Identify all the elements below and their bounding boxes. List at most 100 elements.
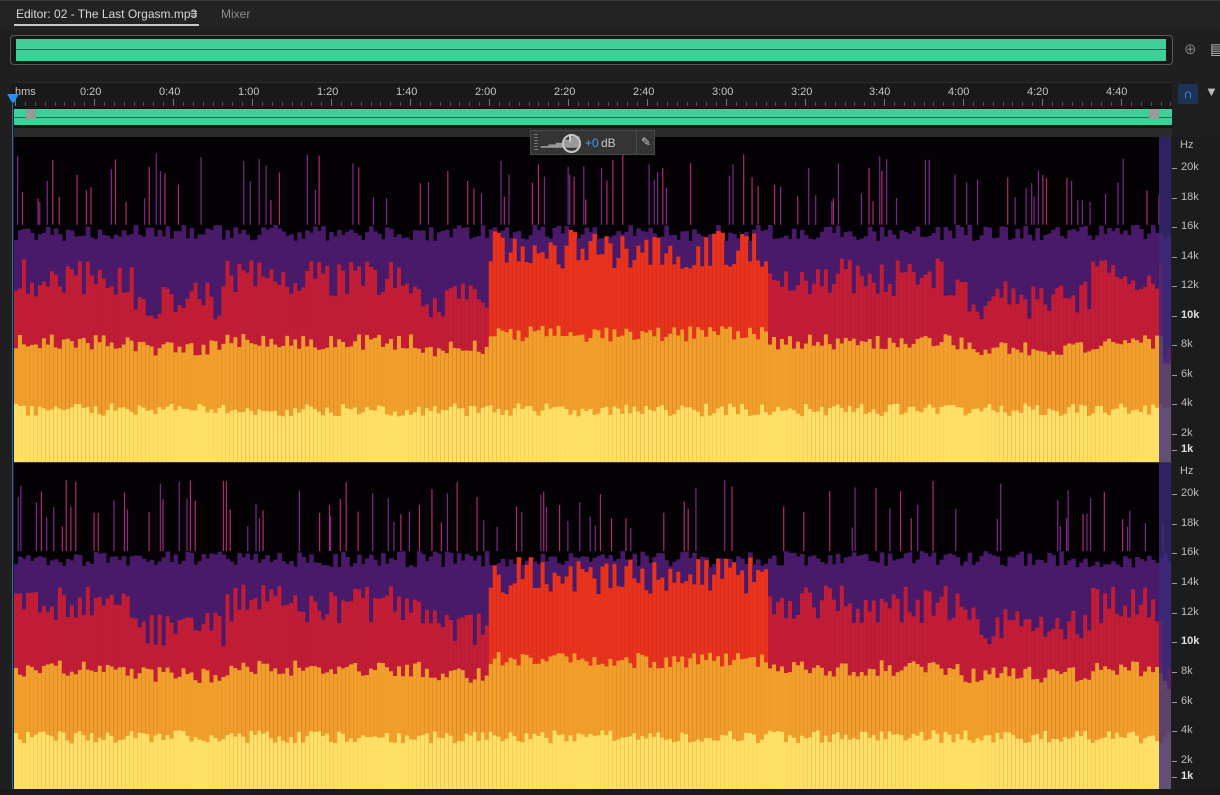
ruler-major-tick xyxy=(884,99,885,106)
ruler-major-tick xyxy=(1121,99,1122,106)
fade-out-handle[interactable] xyxy=(1149,109,1159,119)
frequency-axis-right: Hz 20k 18k 16k 14k 12k 10k 8k 6k 4k 2k 1k xyxy=(1172,463,1220,789)
ruler-major-tick xyxy=(568,99,569,106)
bottom-edge xyxy=(0,789,1220,795)
ruler-major-tick xyxy=(410,99,411,106)
snap-magnet-icon[interactable]: ∩ xyxy=(1178,84,1198,104)
frequency-unit-label: Hz xyxy=(1180,465,1194,477)
overview-centerline xyxy=(16,49,1166,50)
timeline-waveform[interactable] xyxy=(14,106,1172,128)
ruler-tick-label: 2:40 xyxy=(633,86,655,98)
frequency-tick xyxy=(1172,701,1177,703)
frequency-tick xyxy=(1172,315,1177,317)
spectrogram-channel-right[interactable] xyxy=(14,463,1171,789)
frequency-label: 2k xyxy=(1181,427,1193,439)
ruler-major-tick xyxy=(94,99,95,106)
frequency-label: 8k xyxy=(1181,338,1193,351)
spectrogram-display xyxy=(14,463,1171,789)
spectrogram-channel-left[interactable] xyxy=(14,137,1171,462)
frequency-label: 14k xyxy=(1181,576,1199,588)
playhead-handle[interactable] xyxy=(7,94,19,104)
frequency-tick xyxy=(1172,642,1177,644)
frequency-tick xyxy=(1172,494,1177,495)
tab-mixer[interactable]: Mixer xyxy=(221,7,250,21)
pin-icon[interactable]: ✎ xyxy=(641,135,651,149)
waveform-centerline xyxy=(14,117,1172,118)
frequency-label: 16k xyxy=(1181,546,1199,559)
hud-grip[interactable] xyxy=(534,134,538,151)
frequency-tick xyxy=(1172,404,1177,406)
ruler-major-tick xyxy=(173,99,174,106)
frequency-tick xyxy=(1172,286,1177,288)
frequency-label: 6k xyxy=(1181,694,1193,707)
frequency-label: 8k xyxy=(1181,665,1193,677)
zoom-icon[interactable]: ⊕ xyxy=(1184,40,1197,58)
volume-value[interactable]: +0 xyxy=(585,136,599,150)
ruler-tick-label: 1:00 xyxy=(238,86,260,98)
frequency-label: 16k xyxy=(1181,220,1199,233)
overview-waveform xyxy=(16,39,1166,61)
frequency-tick xyxy=(1172,256,1177,258)
frequency-tick xyxy=(1172,227,1177,229)
frequency-label: 10k xyxy=(1181,635,1200,648)
tab-editor[interactable]: Editor: 02 - The Last Orgasm.mp3 xyxy=(16,7,197,21)
amplitude-hud[interactable]: ▁▂▃▅▇ +0 dB ✎ xyxy=(530,130,655,155)
ruler-tick-label: 4:00 xyxy=(948,86,970,98)
ruler-tick-label: 4:20 xyxy=(1027,86,1049,98)
playhead-line xyxy=(12,104,13,794)
panel-toggle-icon[interactable]: ▤ xyxy=(1210,40,1220,58)
frequency-label: 18k xyxy=(1181,516,1199,529)
frequency-tick xyxy=(1172,345,1177,347)
frequency-label: 1k xyxy=(1181,770,1194,782)
ruler-major-tick xyxy=(331,99,332,106)
frequency-tick xyxy=(1172,553,1177,555)
overview-navigator[interactable] xyxy=(10,35,1173,65)
fade-in-handle[interactable] xyxy=(26,109,36,119)
ruler-major-tick xyxy=(1042,99,1043,106)
ruler-tick-label: 0:40 xyxy=(159,86,181,98)
frequency-tick xyxy=(1172,777,1177,778)
frequency-tick xyxy=(1172,450,1177,451)
ruler-major-tick xyxy=(805,99,806,106)
frequency-tick xyxy=(1172,168,1177,169)
frequency-label: 6k xyxy=(1181,367,1193,380)
frequency-axis-left: Hz 20k 18k 16k 14k 12k 10k 8k 6k 4k 2k 1k xyxy=(1172,137,1220,462)
frequency-tick xyxy=(1172,434,1177,435)
frequency-unit-label: Hz xyxy=(1180,139,1194,151)
ruler-tick-label: 0:20 xyxy=(80,86,102,98)
ruler-major-tick xyxy=(252,99,253,106)
frequency-label: 12k xyxy=(1181,605,1199,618)
frequency-tick xyxy=(1172,197,1177,199)
hud-divider xyxy=(636,131,637,154)
spectrogram-display xyxy=(14,137,1171,462)
frequency-label: 10k xyxy=(1181,308,1200,321)
ruler-tick-label: 3:20 xyxy=(791,86,813,98)
ruler-tick-label: 4:40 xyxy=(1106,86,1128,98)
frequency-label: 4k xyxy=(1181,397,1193,410)
ruler-major-tick xyxy=(963,99,964,106)
frequency-label: 14k xyxy=(1181,249,1199,262)
frequency-label: 20k xyxy=(1181,161,1199,173)
frequency-label: 4k xyxy=(1181,724,1193,737)
frequency-label: 12k xyxy=(1181,279,1199,292)
channel-divider xyxy=(14,462,1172,463)
marker-pin-icon[interactable]: ▼ xyxy=(1205,84,1218,99)
volume-knob[interactable] xyxy=(562,134,581,153)
frequency-tick xyxy=(1172,612,1177,614)
time-ruler[interactable]: hms 0:20 0:40 1:00 1:20 1:40 2:00 2:20 2… xyxy=(12,82,1172,107)
ruler-tick-label: 1:40 xyxy=(396,86,418,98)
ruler-major-tick xyxy=(726,99,727,106)
ruler-tick-label: 1:20 xyxy=(317,86,339,98)
frequency-label: 20k xyxy=(1181,487,1199,499)
ruler-tick-label: 2:00 xyxy=(475,86,497,98)
active-tab-indicator xyxy=(14,24,199,26)
ruler-tick-label: 2:20 xyxy=(554,86,576,98)
frequency-tick xyxy=(1172,523,1177,525)
frequency-tick xyxy=(1172,761,1177,762)
frequency-tick xyxy=(1172,583,1177,584)
hamburger-menu-icon[interactable]: ≡ xyxy=(190,6,198,21)
volume-knob-indicator xyxy=(569,134,571,142)
frequency-label: 2k xyxy=(1181,754,1193,766)
frequency-tick xyxy=(1172,731,1177,733)
frequency-tick xyxy=(1172,672,1177,673)
